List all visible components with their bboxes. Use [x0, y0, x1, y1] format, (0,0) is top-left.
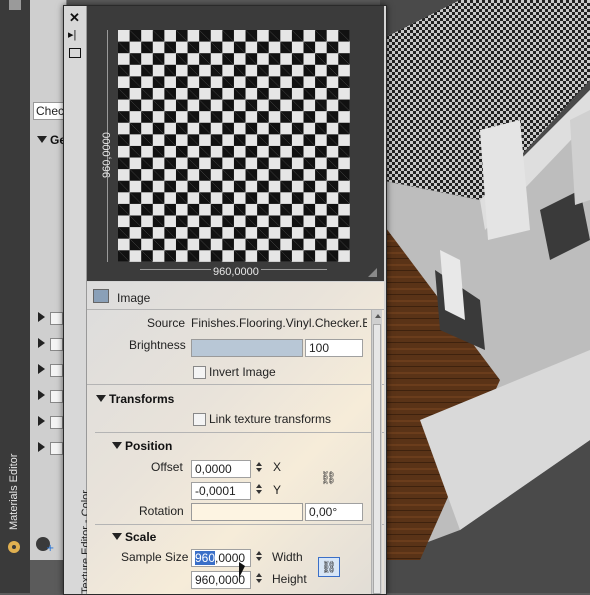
properties-panel: Image Source Finishes.Flooring.Vinyl.Che…: [87, 282, 384, 594]
width-label: Width: [272, 550, 303, 564]
scale-collapse-icon[interactable]: [112, 533, 122, 540]
properties-icon[interactable]: [69, 48, 81, 58]
material-dropdown[interactable]: Chec: [33, 102, 66, 120]
expand-arrow-icon[interactable]: [38, 364, 45, 374]
rotation-slider[interactable]: [191, 503, 303, 521]
position-header: Position: [125, 439, 173, 453]
offset-y-value: -0,0001: [195, 484, 236, 498]
expand-arrow-icon[interactable]: [38, 442, 45, 452]
sample-width-spinner[interactable]: [253, 549, 265, 567]
palette-settings-icon[interactable]: [6, 540, 22, 554]
rotation-value: 0,00°: [309, 505, 338, 519]
close-icon[interactable]: ✕: [69, 10, 80, 26]
link-transforms-checkbox[interactable]: [193, 413, 206, 426]
rotation-label: Rotation: [139, 504, 184, 518]
sample-height-spinner[interactable]: [253, 571, 265, 589]
x-axis-label: X: [273, 460, 282, 474]
row-checkbox[interactable]: [50, 312, 63, 325]
expand-arrow-icon[interactable]: [38, 416, 45, 426]
scale-header: Scale: [125, 530, 157, 544]
palette-title-strip: Materials Editor: [0, 0, 30, 593]
sample-size-label: Sample Size: [121, 550, 189, 564]
offset-x-input[interactable]: 0,0000: [191, 460, 251, 478]
brightness-slider[interactable]: [191, 339, 303, 357]
expand-arrow-icon[interactable]: [38, 338, 45, 348]
source-value[interactable]: Finishes.Flooring.Vinyl.Checker.B: [191, 316, 367, 330]
link-chain-icon[interactable]: ⛓: [320, 470, 337, 486]
y-axis-label: Y: [273, 483, 282, 497]
material-options-icon[interactable]: +: [34, 535, 54, 554]
offset-x-spinner[interactable]: [253, 460, 265, 478]
invert-image-checkbox[interactable]: [193, 366, 206, 379]
brightness-slider-fill: [192, 340, 302, 356]
row-checkbox[interactable]: [50, 338, 63, 351]
palette-top-button[interactable]: [9, 0, 21, 10]
texture-preview: 960,0000 960,0000: [87, 6, 384, 281]
divider: [87, 309, 384, 310]
collapse-arrow-icon[interactable]: [37, 136, 47, 143]
scrollbar-thumb[interactable]: [373, 324, 381, 594]
offset-y-spinner[interactable]: [253, 482, 265, 500]
brightness-input[interactable]: 100: [305, 339, 363, 357]
divider: [95, 524, 384, 525]
offset-y-input[interactable]: -0,0001: [191, 482, 251, 500]
editor-title-strip: ✕ ▸| Texture Editor - Color: [64, 6, 92, 594]
resize-grip-icon[interactable]: [368, 268, 377, 277]
transforms-header: Transforms: [109, 392, 175, 406]
image-label: Image: [117, 291, 151, 305]
sample-width-selected-text: 960: [195, 551, 216, 565]
position-collapse-icon[interactable]: [112, 442, 122, 449]
row-checkbox[interactable]: [50, 390, 63, 403]
material-dropdown-value: Chec: [36, 104, 65, 118]
row-checkbox[interactable]: [50, 442, 63, 455]
brightness-label: Brightness: [129, 338, 186, 352]
expand-arrow-icon[interactable]: [38, 312, 45, 322]
viewport-3d[interactable]: [380, 0, 590, 593]
preview-width-label: 960,0000: [211, 266, 261, 278]
row-checkbox[interactable]: [50, 364, 63, 377]
expand-arrow-icon[interactable]: [38, 390, 45, 400]
link-transforms-label: Link texture transforms: [209, 412, 332, 426]
divider: [87, 384, 384, 385]
source-label: Source: [147, 316, 186, 330]
invert-image-label: Invert Image: [209, 365, 276, 379]
image-icon: [93, 289, 109, 303]
preview-height-label: 960,0000: [101, 132, 113, 178]
viewport-scene: [380, 0, 590, 593]
rotation-input[interactable]: 0,00°: [305, 503, 363, 521]
row-checkbox[interactable]: [50, 416, 63, 429]
transforms-collapse-icon[interactable]: [96, 395, 106, 402]
scale-link-chain-icon[interactable]: ⛓: [318, 557, 340, 577]
offset-x-value: 0,0000: [195, 462, 232, 476]
checker-preview-image: [118, 30, 350, 262]
height-label: Height: [272, 572, 307, 586]
mouse-cursor-icon: [239, 562, 245, 578]
auto-hide-icon[interactable]: ▸|: [68, 28, 76, 41]
offset-label: Offset: [151, 460, 183, 474]
scroll-up-icon[interactable]: [375, 314, 381, 318]
divider: [95, 432, 384, 433]
texture-editor-window: ✕ ▸| Texture Editor - Color 960,0000 960…: [63, 5, 387, 595]
properties-scrollbar[interactable]: [371, 310, 382, 594]
svg-text:+: +: [46, 543, 54, 553]
sample-height-value: 960,0000: [195, 573, 246, 587]
palette-title: Materials Editor: [8, 453, 20, 530]
brightness-value: 100: [309, 341, 330, 355]
